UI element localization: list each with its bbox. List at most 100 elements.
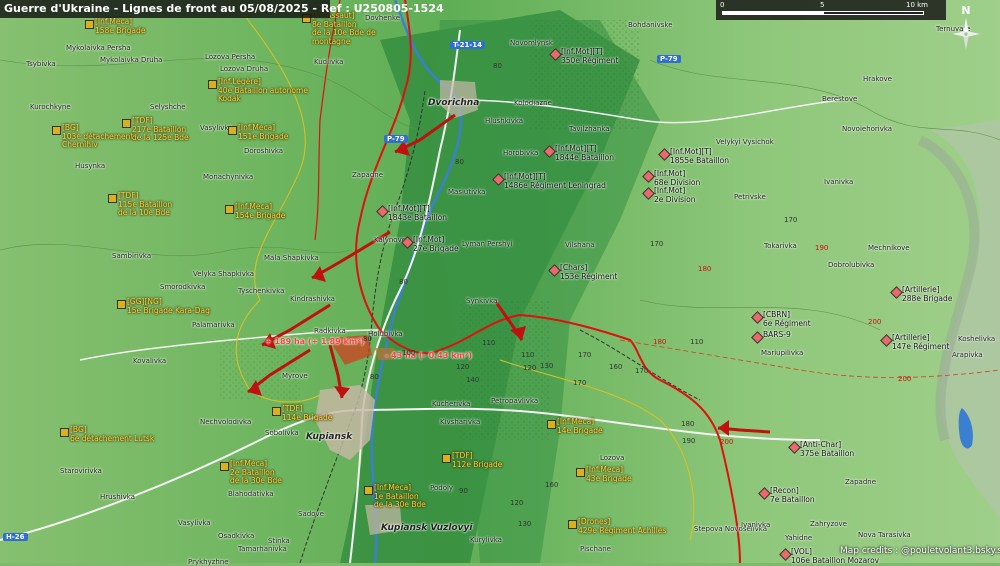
ukraine-unit-symbol-icon[interactable] (576, 468, 585, 477)
ukraine-unit-label-line: 14e Brigade (557, 425, 603, 435)
ukraine-unit-label-line: 154e Brigade (235, 210, 286, 220)
elevation-label: 160 (609, 363, 623, 371)
ukraine-unit-symbol-icon[interactable] (60, 428, 69, 437)
elevation-label: 80 (455, 158, 464, 166)
ukraine-unit-symbol-icon[interactable] (272, 407, 281, 416)
town-label: Zapadne (352, 171, 384, 179)
town-label: Hrakove (863, 75, 892, 83)
ukraine-unit-symbol-icon[interactable] (85, 20, 94, 29)
elevation-label: 110 (690, 338, 704, 346)
russia-unit-label[interactable]: [Anti-Char] 375e Bataillon (800, 440, 854, 458)
ukraine-unit-symbol-icon[interactable] (117, 300, 126, 309)
ukraine-unit-label[interactable]: [Drones] 429e Régiment Achilles (578, 517, 666, 535)
ukraine-unit-symbol-icon[interactable] (108, 194, 117, 203)
ukraine-unit-label[interactable]: [Inf.Meca] 151e Brigade (238, 123, 288, 141)
ukraine-unit-label[interactable]: [TDF] 114e Brigade (282, 404, 333, 422)
ukraine-unit-label-line: de la 125e Bde (132, 133, 189, 142)
elevation-label: 80 (370, 373, 379, 381)
ukraine-unit-label[interactable]: [GG][NG] 15e Brigade Kara-Dag (127, 297, 210, 315)
ukraine-unit-label[interactable]: [Inf.Meca] 14e Brigade (557, 417, 603, 435)
ukraine-unit-label[interactable]: [TDF] 217e Bataillon de la 125e Bde (132, 116, 189, 143)
scale-label-end: 10 km (906, 1, 929, 9)
russia-unit-label[interactable]: [Inf.Mot][T] 1843e Bataillon (388, 204, 447, 222)
town-label: Vasylivka (178, 519, 211, 527)
ukraine-unit-label-line: Kodak (218, 94, 241, 103)
town-label: Hrushivka (100, 493, 135, 501)
ukraine-unit-label[interactable]: [TDF] 115e Bataillon de la 10e Bde (118, 191, 172, 218)
map-title: Guerre d'Ukraine - Lignes de front au 05… (0, 0, 444, 18)
ukraine-unit-symbol-icon[interactable] (208, 80, 217, 89)
elevation-label: 80 (493, 62, 502, 70)
russia-unit-label-line: 288e Brigade (902, 293, 953, 303)
russia-unit-label[interactable]: [Inf.Mot][T] 350e Régiment (561, 47, 618, 65)
scale-bar-graphic (722, 11, 924, 15)
ukraine-unit-symbol-icon[interactable] (442, 454, 451, 463)
russia-unit-label[interactable]: BARS-9 (763, 330, 791, 340)
ukraine-unit-label[interactable]: [Inf.Meca] 154e Brigade (235, 202, 286, 220)
town-label: Mala Shapkivka (264, 254, 319, 262)
russia-unit-label[interactable]: [Artillerie] 147e Régiment (892, 333, 950, 351)
ukraine-unit-symbol-icon[interactable] (547, 420, 556, 429)
town-label: Tamarhanivka (238, 545, 287, 553)
ukraine-unit-symbol-icon[interactable] (52, 126, 61, 135)
russia-unit-label[interactable]: [Inf.Mot] 68e Division (654, 169, 700, 187)
ukraine-unit-symbol-icon[interactable] (225, 205, 234, 214)
elevation-label: 180 (698, 265, 712, 273)
town-label: Kudiivka (314, 58, 344, 66)
town-label: Osadkivka (218, 532, 255, 540)
russia-unit-label[interactable]: [Artillerie] 288e Brigade (902, 285, 953, 303)
town-label: Velyka Shapkivka (193, 270, 255, 278)
ukraine-unit-symbol-icon[interactable] (228, 126, 237, 135)
town-label: Vilshana (565, 241, 595, 249)
ukraine-unit-symbol-icon[interactable] (122, 119, 131, 128)
town-label: Kupiansk Vuzlovyi (381, 523, 473, 533)
ukraine-unit-label[interactable]: [Inf.Légère] 40e Bataillon autonome Kodak (218, 77, 308, 104)
russia-unit-label[interactable]: [CBRN] 6e Régiment (763, 310, 811, 328)
ukraine-unit-label[interactable]: [Inf.Meca] 2e Bataillon de la 30e Bde (230, 459, 282, 486)
russia-unit-label[interactable]: [Inf.Mot] 27e Brigade (413, 235, 459, 253)
town-label: Kolodiazne (514, 99, 552, 107)
elevation-label: 140 (466, 376, 480, 384)
town-label: Sambirivka (112, 252, 152, 260)
ukraine-unit-label[interactable]: [Inf.Meca] 43e Brigade (586, 465, 632, 483)
town-label: Blahodativka (228, 490, 274, 498)
town-label: Prykhyzhne (188, 558, 229, 566)
town-label: Ivanivka (741, 521, 771, 529)
russia-unit-label[interactable]: [Inf.Mot][T] 1844e Bataillon (555, 144, 614, 162)
russia-unit-label-line: 2e Division (654, 194, 696, 204)
ukraine-unit-label[interactable]: [TDF] 112e Brigade (452, 451, 503, 469)
area-change-label: - 43 ha (- 0.43 km²) (385, 351, 473, 360)
russia-unit-label[interactable]: [Chars] 153e Régiment (560, 263, 617, 281)
elevation-label: 110 (521, 351, 535, 359)
ukraine-unit-symbol-icon[interactable] (220, 462, 229, 471)
elevation-label: 200 (868, 318, 882, 326)
ukraine-unit-label-line: 43e Brigade (586, 473, 632, 483)
russia-unit-label-line: 147e Régiment (892, 341, 950, 351)
ukraine-unit-label[interactable]: [BG] 6e détachement Lutsk (70, 425, 154, 443)
ukraine-unit-label-line: de la 10e Bde (118, 208, 170, 217)
russia-unit-label[interactable]: [Inf.Mot] 2e Division (654, 186, 696, 204)
town-label: Bohdanivske (628, 21, 673, 29)
town-label: Dobrolubivka (828, 261, 875, 269)
russia-unit-label[interactable]: [Inf.Mot][T] 1486e Régiment Leningrad (504, 172, 606, 190)
town-label: Tyschenkivka (238, 287, 285, 295)
town-label: Sobolivka (265, 429, 299, 437)
town-label: Ivanivka (824, 178, 854, 186)
ukraine-unit-label-line: 112e Brigade (452, 459, 503, 469)
russia-unit-label[interactable]: [Recon] 7e Bataillon (770, 486, 815, 504)
town-label: Lozova Druha (220, 65, 269, 73)
town-label: Selyshche (150, 103, 186, 111)
elevation-label: 170 (635, 367, 649, 375)
road-number-badge: P-79 (384, 135, 408, 143)
ukraine-unit-symbol-icon[interactable] (568, 520, 577, 529)
ukraine-unit-label-line: 114e Brigade (282, 412, 333, 422)
town-label: Tavilzhanka (569, 125, 610, 133)
ukraine-unit-label[interactable]: [Inf.Meca] 1e Bataillon de la 30e Bde (374, 483, 426, 510)
ukraine-unit-label[interactable]: [Inf.Meca] 158e Brigade (95, 17, 145, 35)
town-label: Pischane (580, 545, 611, 553)
town-label: Monachynivka (203, 173, 254, 181)
town-label: Nova Tarasivka (858, 531, 911, 539)
russia-unit-label[interactable]: [Inf.Mot][T] 1855e Bataillon (670, 147, 729, 165)
town-label: Horobivka (503, 149, 539, 157)
ukraine-unit-symbol-icon[interactable] (364, 486, 373, 495)
